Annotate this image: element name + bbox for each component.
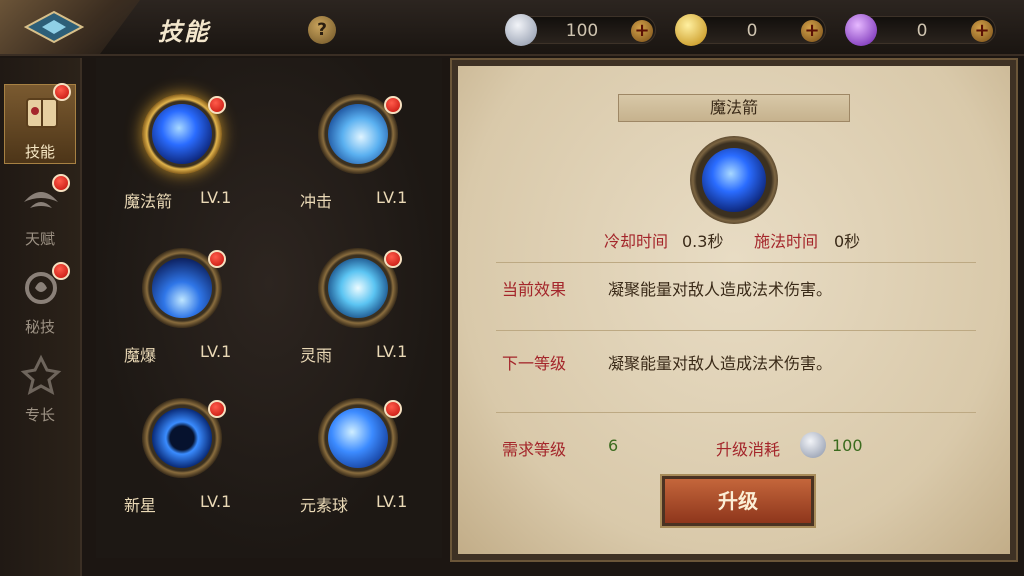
silver-coin-icon (800, 432, 826, 458)
required-level-value: 6 (608, 436, 619, 455)
notification-badge (208, 250, 226, 268)
divider (496, 412, 976, 413)
required-level-label: 需求等级 (502, 440, 567, 459)
cooldown-value: 0.3秒 (682, 232, 724, 251)
silver-coin-icon (505, 14, 537, 46)
nova-icon (152, 408, 212, 468)
next-level-label: 下一等级 (502, 354, 567, 373)
skill-name: 元素球 (300, 496, 349, 515)
nav-item-skills[interactable]: 技能 (4, 83, 76, 164)
back-arrow-icon (24, 10, 84, 44)
spirit-rain-icon (328, 258, 388, 318)
magic-burst-icon (152, 258, 212, 318)
notification-badge (384, 250, 402, 268)
skill-level: LV.1 (376, 342, 408, 361)
impact-icon (328, 104, 388, 164)
crystal-amount: 0 (916, 21, 928, 41)
cast-time-value: 0秒 (834, 232, 861, 251)
gold-currency: 0 + (675, 14, 826, 46)
crystal-currency: 0 + (845, 14, 996, 46)
nav-item-talent[interactable]: 天赋 (4, 172, 76, 252)
skill-name: 灵雨 (300, 346, 333, 365)
skill-level: LV.1 (376, 492, 408, 511)
cooldown-label: 冷却时间 (604, 232, 669, 251)
notification-badge (53, 83, 71, 101)
skill-name: 魔法箭 (124, 192, 173, 211)
skill-slot-impact[interactable]: 冲击 LV.1 (280, 94, 440, 224)
skill-slot-magic-arrow[interactable]: 魔法箭 LV.1 (104, 94, 264, 224)
skill-icon-frame (690, 136, 778, 224)
skill-level: LV.1 (200, 188, 232, 207)
skill-list-panel: 魔法箭 LV.1 冲击 LV.1 魔爆 LV.1 灵雨 LV.1 新星 LV.1 (96, 58, 442, 558)
specialty-icon (20, 354, 62, 395)
notification-badge (52, 174, 70, 192)
skill-name: 新星 (124, 496, 157, 515)
skill-slot-magic-burst[interactable]: 魔爆 LV.1 (104, 248, 264, 378)
nav-label: 秘技 (24, 318, 55, 336)
nav-item-secret-art[interactable]: 秘技 (4, 260, 76, 340)
current-effect-label: 当前效果 (502, 280, 567, 299)
side-nav: 技能 天赋 秘技 专长 (0, 58, 82, 576)
skill-slot-nova[interactable]: 新星 LV.1 (104, 398, 264, 528)
skill-detail-panel: 魔法箭 冷却时间 0.3秒 施法时间 0秒 当前效果 凝聚能量对敌人造成法术伤害… (450, 58, 1018, 562)
element-orb-icon (328, 408, 388, 468)
next-level-text: 凝聚能量对敌人造成法术伤害。 (608, 354, 833, 373)
upgrade-cost-label: 升级消耗 (716, 440, 781, 459)
current-effect-text: 凝聚能量对敌人造成法术伤害。 (608, 280, 833, 299)
add-crystal-button[interactable]: + (971, 20, 993, 42)
back-button[interactable] (0, 0, 140, 54)
skill-name: 冲击 (300, 192, 333, 211)
magic-arrow-icon (702, 148, 766, 212)
divider (496, 262, 976, 263)
notification-badge (208, 400, 226, 418)
crystal-icon (845, 14, 877, 46)
help-button[interactable]: ? (308, 16, 336, 44)
skill-name: 魔爆 (124, 346, 157, 365)
notification-badge (384, 96, 402, 114)
magic-arrow-icon (152, 104, 212, 164)
top-bar: 技能 ? 100 + 0 + 0 + (0, 0, 1024, 56)
upgrade-cost-value: 100 (832, 436, 863, 455)
silver-amount: 100 (565, 21, 599, 41)
gold-coin-icon (675, 14, 707, 46)
skill-level: LV.1 (200, 492, 232, 511)
nav-label: 专长 (24, 406, 55, 424)
notification-badge (208, 96, 226, 114)
nav-label: 天赋 (24, 230, 55, 248)
silver-currency: 100 + (505, 14, 656, 46)
page-title: 技能 (158, 18, 210, 46)
cast-time-label: 施法时间 (754, 232, 819, 251)
skill-level: LV.1 (376, 188, 408, 207)
notification-badge (52, 262, 70, 280)
add-silver-button[interactable]: + (631, 20, 653, 42)
skill-slot-spirit-rain[interactable]: 灵雨 LV.1 (280, 248, 440, 378)
gold-amount: 0 (746, 21, 758, 41)
divider (496, 330, 976, 331)
notification-badge (384, 400, 402, 418)
upgrade-button[interactable]: 升级 (660, 474, 816, 528)
skill-slot-element-orb[interactable]: 元素球 LV.1 (280, 398, 440, 528)
skill-title: 魔法箭 (618, 94, 850, 122)
nav-label: 技能 (24, 143, 55, 161)
add-gold-button[interactable]: + (801, 20, 823, 42)
nav-item-specialty[interactable]: 专长 (4, 348, 76, 428)
skill-level: LV.1 (200, 342, 232, 361)
